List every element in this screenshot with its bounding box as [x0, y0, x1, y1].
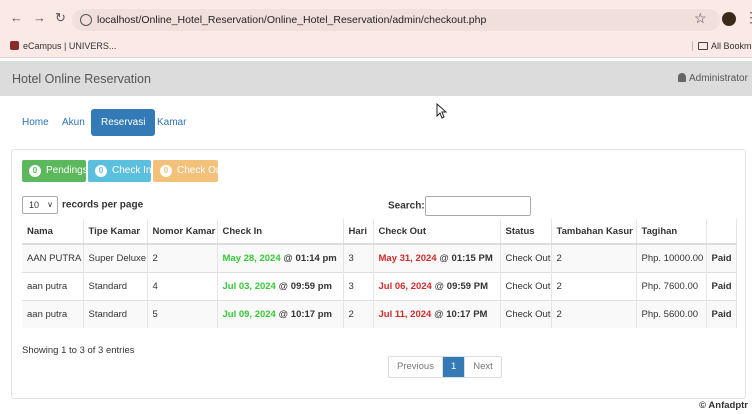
folder-icon [698, 42, 708, 50]
column-header-check-in[interactable]: Check In [217, 219, 344, 245]
app-navbar: Hotel Online Reservation Administrator [0, 61, 752, 96]
cell-check-in: May 28, 2024 @ 01:14 pm [217, 243, 344, 272]
search-label: Search: [388, 200, 425, 212]
column-header-hari[interactable]: Hari [343, 219, 374, 245]
page-length-control: 10 ∨ records per page [22, 196, 143, 214]
column-header-tipe-kamar[interactable]: Tipe Kamar [83, 219, 148, 245]
pendings-button[interactable]: 0 Pendings [22, 160, 88, 182]
cell-nama: aan putra [22, 299, 84, 328]
column-header-tambahan-kasur[interactable]: Tambahan Kasur [551, 219, 637, 245]
brand-title[interactable]: Hotel Online Reservation [12, 72, 151, 86]
back-arrow-icon[interactable]: ← [10, 11, 23, 25]
page-length-select[interactable]: 10 ∨ [22, 196, 58, 214]
column-header-nama[interactable]: Nama [22, 219, 84, 245]
cell-paid: Paid [706, 271, 737, 300]
bookmarks-bar: eCampus | UNIVERS... All Bookmarks [0, 36, 752, 58]
cell-nomor-kamar: 2 [147, 243, 218, 272]
column-header-check-out[interactable]: Check Out [373, 219, 501, 245]
cell-check-in: Jul 09, 2024 @ 10:17 pm [217, 299, 344, 328]
cell-status: Check Out [500, 271, 552, 300]
next-page-button[interactable]: Next [465, 357, 501, 377]
column-header-nomor-kamar[interactable]: Nomor Kamar [147, 219, 218, 245]
mouse-cursor-icon [436, 103, 447, 119]
check-in-count-badge: 0 [95, 165, 107, 177]
cell-tipe-kamar: Standard [83, 271, 148, 300]
cell-hari: 2 [343, 299, 374, 328]
table-search: Search: [388, 196, 531, 216]
user-icon [678, 73, 686, 82]
footer-credit: © Anfadptr [699, 400, 748, 411]
ecampus-favicon-icon [10, 41, 19, 50]
cell-nama: AAN PUTRA [22, 243, 84, 272]
cell-check-out: Jul 06, 2024 @ 09:59 PM [373, 271, 501, 300]
cell-tipe-kamar: Standard [83, 299, 148, 328]
table-row: aan putra Standard 5 Jul 09, 2024 @ 10:1… [22, 299, 737, 328]
page-1-button[interactable]: 1 [441, 357, 466, 377]
column-header-tagihan[interactable]: Tagihan [636, 219, 707, 245]
column-header-action [706, 219, 737, 245]
cell-status: Check Out [500, 299, 552, 328]
cell-check-out: Jul 11, 2024 @ 10:17 PM [373, 299, 501, 328]
cell-nomor-kamar: 5 [147, 299, 218, 328]
table-row: aan putra Standard 4 Jul 03, 2024 @ 09:5… [22, 271, 737, 300]
cell-tambahan-kasur: 2 [551, 299, 637, 328]
cell-check-in: Jul 03, 2024 @ 09:59 pm [217, 271, 344, 300]
tab-akun[interactable]: Akun [52, 109, 95, 136]
cell-nomor-kamar: 4 [147, 271, 218, 300]
cell-nama: aan putra [22, 271, 84, 300]
search-input[interactable] [424, 196, 531, 216]
previous-page-button[interactable]: Previous [389, 357, 442, 377]
cell-tambahan-kasur: 2 [551, 271, 637, 300]
all-bookmarks-button[interactable]: All Bookmarks [692, 41, 752, 51]
bookmark-ecampus[interactable]: eCampus | UNIVERS... [10, 41, 116, 51]
reload-icon[interactable]: ↻ [55, 11, 66, 25]
check-out-button[interactable]: 0 Check Out [153, 160, 224, 182]
url-text[interactable]: localhost/Online_Hotel_Reservation/Onlin… [97, 14, 486, 26]
pagination: Previous 1 Next [388, 356, 502, 378]
pendings-count-badge: 0 [29, 165, 41, 177]
cell-tipe-kamar: Super Deluxe [83, 243, 148, 272]
cell-status: Check Out [500, 243, 552, 272]
address-bar[interactable]: localhost/Online_Hotel_Reservation/Onlin… [72, 9, 720, 31]
page-length-label: records per page [62, 199, 144, 211]
cell-tagihan: Php. 5600.00 [636, 299, 707, 328]
user-menu[interactable]: Administrator [678, 73, 748, 84]
chevron-down-icon: ∨ [47, 200, 53, 209]
tab-kamar[interactable]: Kamar [147, 109, 196, 136]
cell-tagihan: Php. 7600.00 [636, 271, 707, 300]
table-info: Showing 1 to 3 of 3 entries [22, 345, 135, 356]
cell-check-out: May 31, 2024 @ 01:15 PM [373, 243, 501, 272]
profile-avatar-icon[interactable] [722, 12, 736, 26]
table-row: AAN PUTRA Super Deluxe 2 May 28, 2024 @ … [22, 243, 737, 272]
tab-reservasi[interactable]: Reservasi [91, 109, 156, 136]
cell-tambahan-kasur: 2 [551, 243, 637, 272]
cell-hari: 3 [343, 271, 374, 300]
check-in-button[interactable]: 0 Check In [88, 160, 151, 182]
browser-toolbar: ← → ↻ localhost/Online_Hotel_Reservation… [0, 0, 752, 36]
site-info-icon[interactable] [80, 14, 92, 26]
table-header-row: Nama Tipe Kamar Nomor Kamar Check In Har… [22, 219, 737, 245]
browser-menu-icon[interactable]: ⋮ [744, 10, 752, 24]
cell-tagihan: Php. 10000.00 [636, 243, 707, 272]
cell-paid: Paid [706, 299, 737, 328]
footer: © Anfadptr [0, 399, 752, 414]
bookmark-star-icon[interactable]: ☆ [694, 11, 707, 25]
cell-hari: 3 [343, 243, 374, 272]
forward-arrow-icon[interactable]: → [33, 11, 46, 25]
check-out-count-badge: 0 [160, 165, 172, 177]
column-header-status[interactable]: Status [500, 219, 552, 245]
reservation-table: Nama Tipe Kamar Nomor Kamar Check In Har… [22, 219, 737, 328]
cell-paid: Paid [706, 243, 737, 272]
